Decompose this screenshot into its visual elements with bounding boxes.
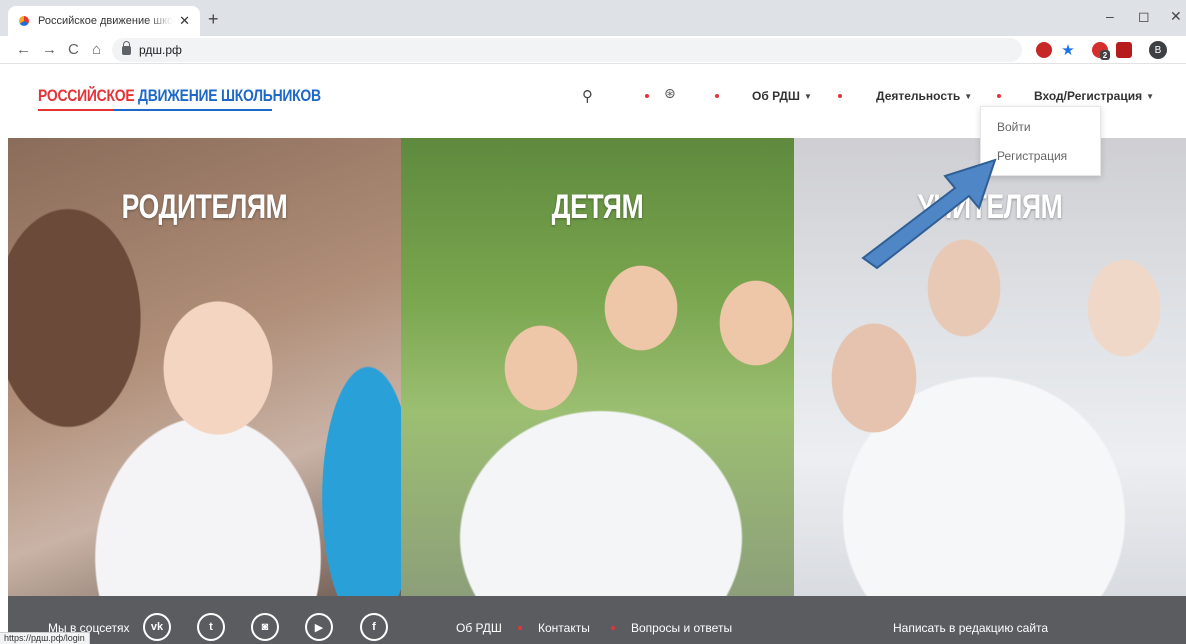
footer-link-about[interactable]: Об РДШ [456, 621, 502, 635]
nav-separator-dot [838, 94, 842, 98]
annotation-arrow-icon [861, 158, 997, 270]
site-footer: Мы в соцсетях vk t ◙ ▶ f Об РДШ Контакты… [8, 596, 1186, 644]
footer-link-write[interactable]: Написать в редакцию сайта [893, 621, 1048, 635]
footer-separator-dot [611, 626, 615, 630]
browser-tab[interactable]: Российское движение школьн ✕ [8, 6, 200, 36]
chevron-down-icon: ▼ [964, 92, 973, 101]
new-tab-button[interactable]: + [208, 9, 219, 30]
reload-button[interactable]: C [68, 41, 79, 58]
url-text: рдш.рф [139, 43, 182, 57]
youtube-icon[interactable]: ▶ [305, 613, 333, 641]
nav-activity[interactable]: Деятельность ▼ [876, 89, 972, 103]
nav-separator-dot [645, 94, 649, 98]
lock-icon [122, 40, 131, 55]
tab-title: Российское движение школьн [38, 15, 173, 27]
footer-link-contacts[interactable]: Контакты [538, 621, 590, 635]
ext-badge: 2 [1100, 50, 1110, 60]
footer-separator-dot [518, 626, 522, 630]
profile-avatar[interactable]: В [1149, 41, 1167, 59]
browser-status-url: https://рдш.рф/login [0, 632, 90, 644]
pdf-icon[interactable] [1116, 42, 1132, 58]
chevron-down-icon: ▼ [1146, 92, 1154, 101]
close-window-button[interactable]: ✕ [1170, 8, 1182, 25]
panel-title-kids: ДЕТЯМ [551, 188, 644, 226]
vk-icon[interactable]: vk [143, 613, 171, 641]
panel-kids[interactable]: ДЕТЯМ [401, 138, 794, 596]
browser-tab-strip: Российское движение школьн ✕ + – ◻ ✕ [0, 0, 1186, 36]
maximize-button[interactable]: ◻ [1138, 8, 1150, 25]
site-favicon-icon [18, 15, 30, 27]
footer-link-faq[interactable]: Вопросы и ответы [631, 621, 732, 635]
site-logo[interactable]: РОССИЙСКОЕ ДВИЖЕНИЕ ШКОЛЬНИКОВ [38, 86, 321, 106]
facebook-icon[interactable]: f [360, 613, 388, 641]
nav-about[interactable]: Об РДШ ▼ [752, 89, 812, 103]
address-bar[interactable]: рдш.рф [112, 38, 1022, 62]
panel-title-parents: РОДИТЕЛЯМ [121, 188, 288, 226]
home-button[interactable]: ⌂ [92, 41, 101, 58]
panel-parents[interactable]: РОДИТЕЛЯМ [8, 138, 401, 596]
instagram-icon[interactable]: ◙ [251, 613, 279, 641]
menu-item-login[interactable]: Войти [981, 113, 1100, 142]
star-icon[interactable]: ★ [1060, 42, 1076, 59]
nav-separator-dot [715, 94, 719, 98]
search-icon[interactable]: ⚲ [582, 87, 593, 105]
nav-login-register[interactable]: Вход/Регистрация ▼ [1034, 89, 1154, 103]
tab-close-icon[interactable]: ✕ [179, 13, 190, 29]
broadcast-icon[interactable]: ⊛ [664, 85, 676, 102]
nav-separator-dot [997, 94, 1001, 98]
back-button[interactable]: ← [16, 41, 31, 58]
browser-toolbar: ← → C ⌂ рдш.рф ★ 2 В [0, 36, 1186, 64]
logo-underline [38, 109, 272, 111]
forward-button[interactable]: → [42, 41, 57, 58]
twitter-icon[interactable]: t [197, 613, 225, 641]
chevron-down-icon: ▼ [803, 92, 812, 101]
minimize-button[interactable]: – [1106, 8, 1114, 24]
ext-red-icon[interactable] [1036, 42, 1052, 58]
